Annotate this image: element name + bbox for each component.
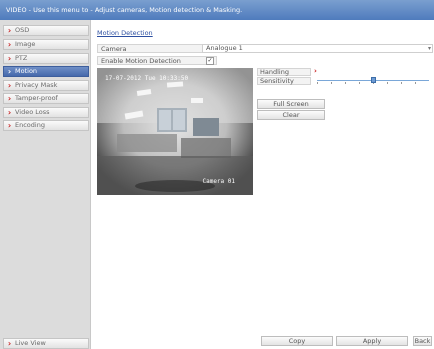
camera-label: Camera <box>101 45 127 53</box>
clear-button[interactable]: Clear <box>257 110 325 120</box>
chevron-down-icon: ▾ <box>427 45 431 52</box>
sidebar-item-label: Privacy Mask <box>15 81 58 89</box>
sidebar: › OSD › Image › PTZ › Motion › Privacy M… <box>0 20 91 349</box>
full-screen-button[interactable]: Full Screen <box>257 99 325 109</box>
chevron-right-icon: › <box>7 81 12 90</box>
osd-camera-name: Camera 01 <box>202 178 235 185</box>
chevron-right-icon: › <box>7 121 12 130</box>
copy-button[interactable]: Copy <box>261 336 333 346</box>
chevron-right-icon: › <box>7 94 12 103</box>
sensitivity-row: Sensitivity <box>257 77 434 85</box>
live-view-button[interactable]: › Live View <box>3 338 89 349</box>
sidebar-item-label: Image <box>15 40 36 48</box>
sidebar-item-label: Video Loss <box>15 108 50 116</box>
osd-timestamp: 17-07-2012 Tue 10:33:50 <box>105 75 189 82</box>
chevron-right-icon: › <box>7 67 12 76</box>
camera-scene-image <box>97 68 253 195</box>
window-title: VIDEO - Use this menu to - Adjust camera… <box>0 0 434 20</box>
enable-label: Enable Motion Detection <box>101 57 181 65</box>
handling-row: Handling › <box>257 67 434 76</box>
sidebar-item-osd[interactable]: › OSD <box>3 25 89 36</box>
handling-button[interactable]: › <box>310 67 434 76</box>
chevron-right-icon: › <box>7 108 12 117</box>
camera-select[interactable]: Analogue 1 ▾ <box>202 44 433 53</box>
live-view-label: Live View <box>15 339 46 347</box>
sidebar-item-label: Motion <box>15 67 38 75</box>
sidebar-item-motion[interactable]: › Motion <box>3 66 89 77</box>
camera-select-value: Analogue 1 <box>206 44 243 52</box>
sidebar-item-tamper-proof[interactable]: › Tamper-proof <box>3 93 89 104</box>
handling-label: Handling <box>260 68 289 76</box>
slider-thumb[interactable] <box>370 77 376 83</box>
sidebar-item-image[interactable]: › Image <box>3 39 89 50</box>
apply-button[interactable]: Apply <box>336 336 408 346</box>
sensitivity-slider[interactable] <box>310 77 434 85</box>
camera-preview[interactable]: 17-07-2012 Tue 10:33:50 Camera 01 <box>97 68 253 195</box>
enable-row: Enable Motion Detection ✓ <box>97 56 217 65</box>
chevron-right-icon: › <box>7 26 12 35</box>
main-panel: Motion Detection Camera Analogue 1 ▾ Ena… <box>91 20 434 349</box>
sidebar-item-privacy-mask[interactable]: › Privacy Mask <box>3 80 89 91</box>
sidebar-item-ptz[interactable]: › PTZ <box>3 53 89 64</box>
chevron-right-icon: › <box>314 67 317 75</box>
chevron-right-icon: › <box>7 40 12 49</box>
camera-row: Camera Analogue 1 ▾ <box>97 44 433 53</box>
sidebar-item-label: OSD <box>15 26 30 34</box>
chevron-right-icon: › <box>7 54 12 63</box>
enable-motion-checkbox[interactable]: ✓ <box>206 57 214 65</box>
sidebar-item-encoding[interactable]: › Encoding <box>3 120 89 131</box>
sidebar-item-label: Encoding <box>15 121 45 129</box>
sidebar-item-label: Tamper-proof <box>15 94 58 102</box>
back-button[interactable]: Back <box>413 336 432 346</box>
sensitivity-label: Sensitivity <box>260 77 294 85</box>
sidebar-item-video-loss[interactable]: › Video Loss <box>3 107 89 118</box>
chevron-right-icon: › <box>7 339 12 348</box>
section-title[interactable]: Motion Detection <box>97 29 153 37</box>
sidebar-item-label: PTZ <box>15 54 28 62</box>
